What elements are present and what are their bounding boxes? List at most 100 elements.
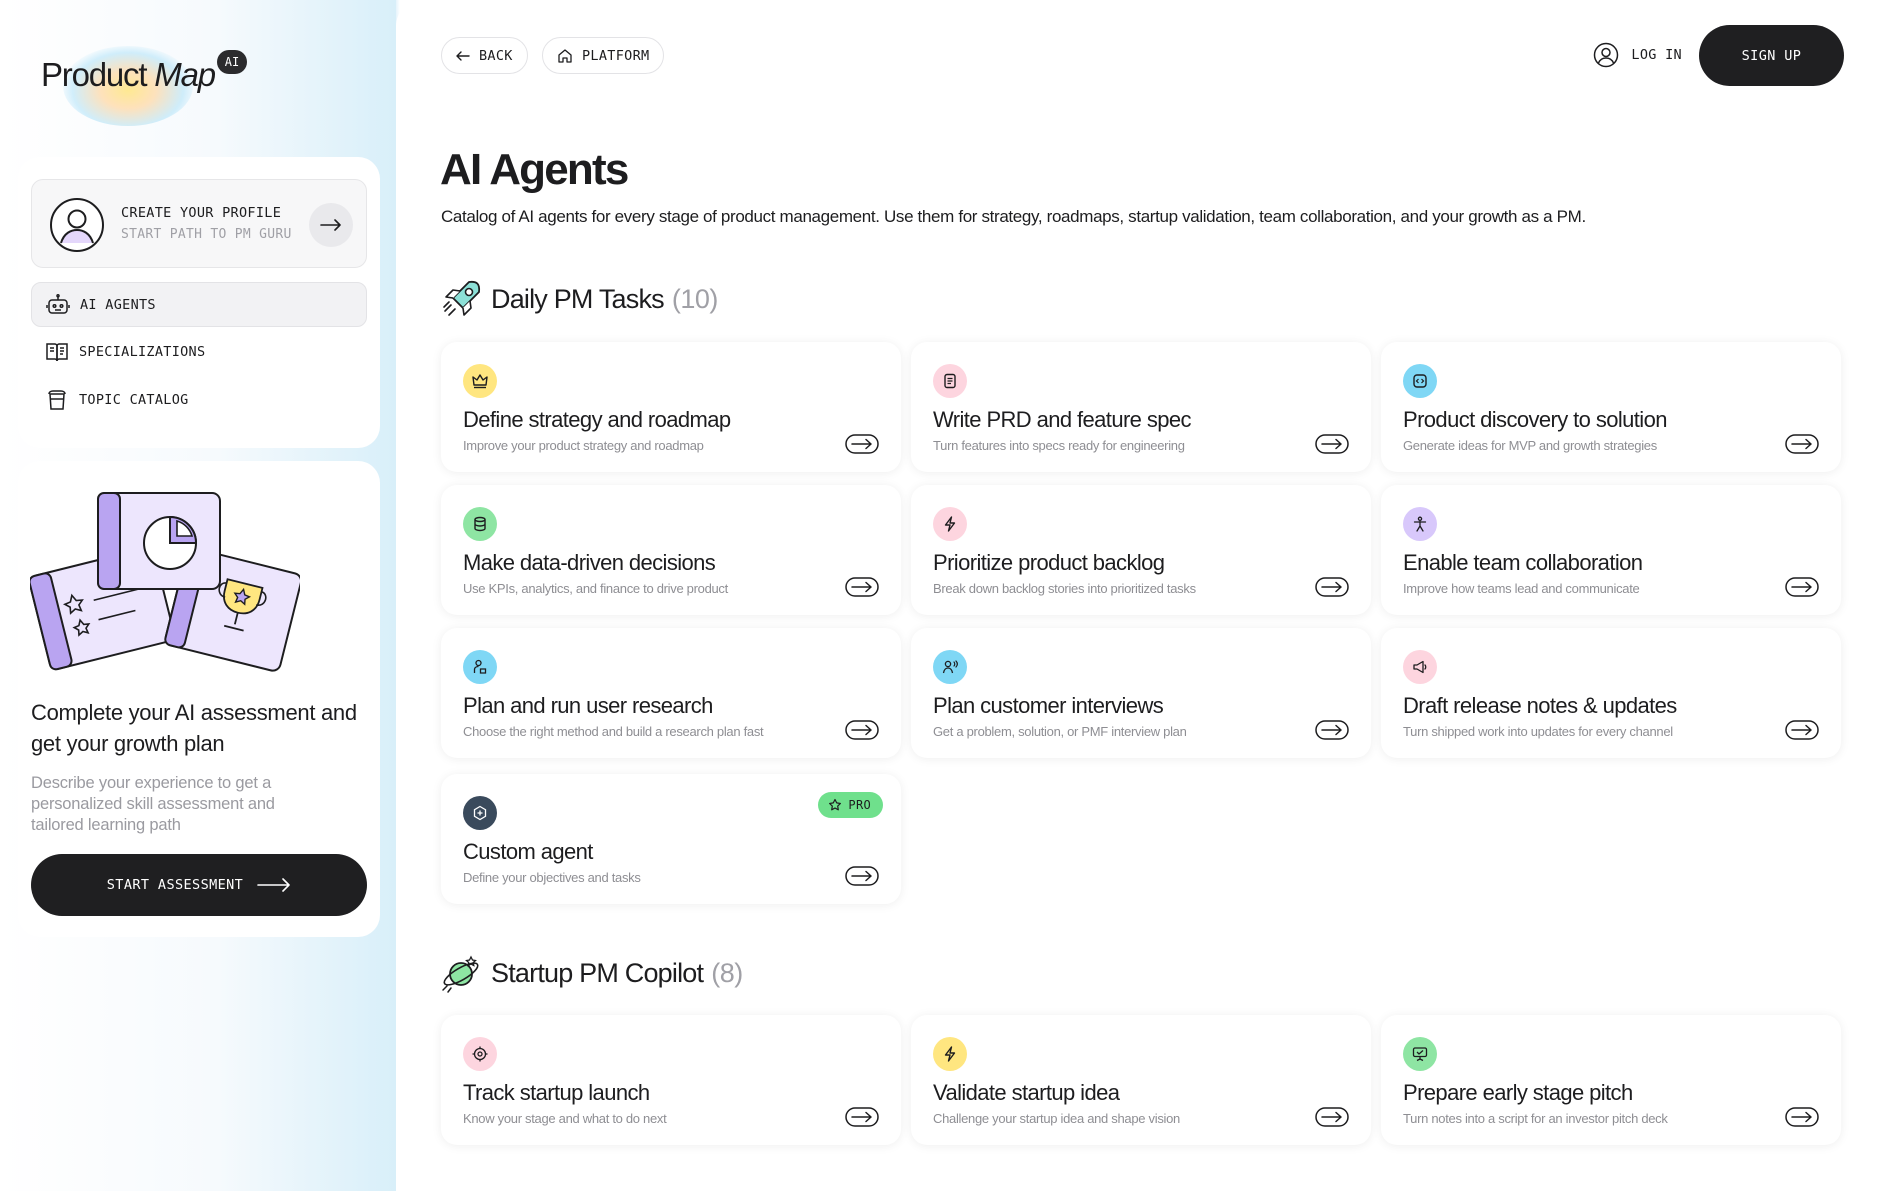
card-subtitle: Improve your product strategy and roadma… [463, 438, 704, 453]
card-title: Write PRD and feature spec [933, 407, 1192, 432]
database-icon [474, 516, 486, 532]
card-icon-badge [1403, 650, 1437, 684]
pro-label: PRO [848, 798, 871, 812]
arrow-right-icon [257, 878, 291, 892]
planet-icon [442, 955, 479, 993]
card-icon-badge [1403, 364, 1437, 398]
arrow-right-circle-icon[interactable] [845, 577, 879, 597]
arrow-right-circle-icon[interactable] [1785, 720, 1819, 740]
rocket-icon [443, 280, 481, 316]
card-title: Draft release notes & updates [1403, 693, 1677, 718]
arrow-right-circle-icon[interactable] [1785, 434, 1819, 454]
arrow-right-circle-icon[interactable] [1315, 577, 1349, 597]
create-profile-card[interactable]: CREATE YOUR PROFILE START PATH TO PM GUR… [31, 179, 367, 268]
logo[interactable]: Product Map AI [41, 46, 261, 126]
nav-item-topic-catalog[interactable]: TOPIC CATALOG [31, 377, 367, 422]
sidebar: Product Map AI CREATE YOUR PROFILE START… [0, 0, 396, 1191]
lightning-icon [944, 516, 956, 532]
agent-card[interactable]: PRO Custom agent Define your objectives an… [441, 774, 901, 904]
agent-card[interactable]: Define strategy and roadmap Improve your … [441, 342, 901, 472]
arrow-right-icon [320, 219, 341, 231]
arrow-right-circle-icon[interactable] [845, 866, 879, 886]
card-icon-badge [463, 1037, 497, 1071]
card-subtitle: Improve how teams lead and communicate [1403, 581, 1640, 596]
arrow-right-circle-icon[interactable] [845, 1107, 879, 1127]
card-icon-badge [463, 507, 497, 541]
card-title: Validate startup idea [933, 1080, 1120, 1105]
agent-card[interactable]: Enable team collaboration Improve how tea… [1381, 485, 1841, 615]
card-subtitle: Turn shipped work into updates for every… [1403, 724, 1673, 739]
agent-card[interactable]: Prioritize product backlog Break down bac… [911, 485, 1371, 615]
main-content: BACK PLATFORM LOG IN SIGN UP AI Agents C… [396, 0, 1898, 1191]
lightning-icon [944, 1046, 956, 1062]
profile-arrow-button[interactable] [309, 203, 353, 247]
crown-icon [472, 374, 488, 389]
assessment-title: Complete your AI assessment and get your… [31, 700, 357, 756]
arrow-right-circle-icon[interactable] [1315, 434, 1349, 454]
card-icon-badge [933, 364, 967, 398]
page-title: AI Agents [440, 145, 629, 194]
logo-ai-badge: AI [217, 50, 247, 74]
profile-title: CREATE YOUR PROFILE [121, 205, 282, 221]
section-title: Daily PM Tasks [491, 283, 665, 314]
agent-card[interactable]: Plan and run user research Choose the rig… [441, 628, 901, 758]
agent-card[interactable]: Plan customer interviews Get a problem, s… [911, 628, 1371, 758]
card-icon-badge [933, 507, 967, 541]
profile-nav-panel: CREATE YOUR PROFILE START PATH TO PM GUR… [18, 157, 380, 448]
presentation-icon [1412, 1047, 1428, 1062]
card-subtitle: Know your stage and what to do next [463, 1111, 667, 1126]
signup-button[interactable]: SIGN UP [1699, 25, 1844, 86]
arrow-right-circle-icon[interactable] [1785, 577, 1819, 597]
agent-card[interactable]: Make data-driven decisions Use KPIs, anal… [441, 485, 901, 615]
back-button[interactable]: BACK [441, 37, 528, 74]
card-icon-badge [933, 650, 967, 684]
agent-card[interactable]: Product discovery to solution Generate id… [1381, 342, 1841, 472]
arrow-right-circle-icon[interactable] [1785, 1107, 1819, 1127]
code-icon [1413, 374, 1427, 388]
arrow-right-circle-icon[interactable] [845, 720, 879, 740]
card-title: Product discovery to solution [1403, 407, 1667, 432]
assessment-panel: Complete your AI assessment and get your… [18, 461, 380, 937]
card-title: Plan customer interviews [933, 693, 1164, 718]
arrow-right-circle-icon[interactable] [845, 434, 879, 454]
agent-card[interactable]: Track startup launch Know your stage and … [441, 1015, 901, 1145]
agent-card[interactable]: Validate startup idea Challenge your star… [911, 1015, 1371, 1145]
card-subtitle: Challenge your startup idea and shape vi… [933, 1111, 1180, 1126]
card-icon-badge [1403, 507, 1437, 541]
card-subtitle: Get a problem, solution, or PMF intervie… [933, 724, 1187, 739]
nav-item-specializations[interactable]: SPECIALIZATIONS [31, 329, 367, 374]
card-subtitle: Define your objectives and tasks [463, 870, 641, 885]
card-title: Track startup launch [463, 1080, 650, 1105]
robot-icon [46, 293, 70, 314]
nav-label: TOPIC CATALOG [79, 391, 189, 408]
start-assessment-label: START ASSESSMENT [106, 877, 244, 893]
assessment-description: Describe your experience to get a person… [31, 774, 275, 834]
nav-item-ai-agents[interactable]: AI AGENTS [31, 282, 367, 327]
user-avatar-icon [50, 198, 104, 252]
profile-subtitle: START PATH TO PM GURU [121, 227, 292, 242]
agent-card[interactable]: Draft release notes & updates Turn shippe… [1381, 628, 1841, 758]
card-icon-badge [1403, 1037, 1437, 1071]
login-link[interactable]: LOG IN [1593, 42, 1682, 68]
section-startup-pm-copilot-header: Startup PM Copilot (8) [441, 952, 743, 994]
logo-text: Product Map [41, 56, 216, 93]
card-icon-badge [463, 650, 497, 684]
section-title: Startup PM Copilot [491, 957, 704, 988]
megaphone-icon [1413, 660, 1427, 674]
platform-button[interactable]: PLATFORM [542, 37, 665, 74]
arrow-left-icon [456, 50, 470, 61]
document-icon [944, 373, 956, 389]
card-icon-badge [933, 1037, 967, 1071]
interview-icon [942, 660, 958, 674]
back-label: BACK [479, 47, 513, 64]
card-title: Make data-driven decisions [463, 550, 716, 575]
assessment-illustration [30, 492, 300, 672]
card-subtitle: Use KPIs, analytics, and finance to driv… [463, 581, 728, 596]
agent-card[interactable]: Prepare early stage pitch Turn notes into… [1381, 1015, 1841, 1145]
arrow-right-circle-icon[interactable] [1315, 720, 1349, 740]
arrow-right-circle-icon[interactable] [1315, 1107, 1349, 1127]
start-assessment-button[interactable]: START ASSESSMENT [31, 854, 367, 916]
researcher-icon [473, 659, 487, 674]
card-subtitle: Turn notes into a script for an investor… [1403, 1111, 1668, 1126]
agent-card[interactable]: Write PRD and feature spec Turn features … [911, 342, 1371, 472]
